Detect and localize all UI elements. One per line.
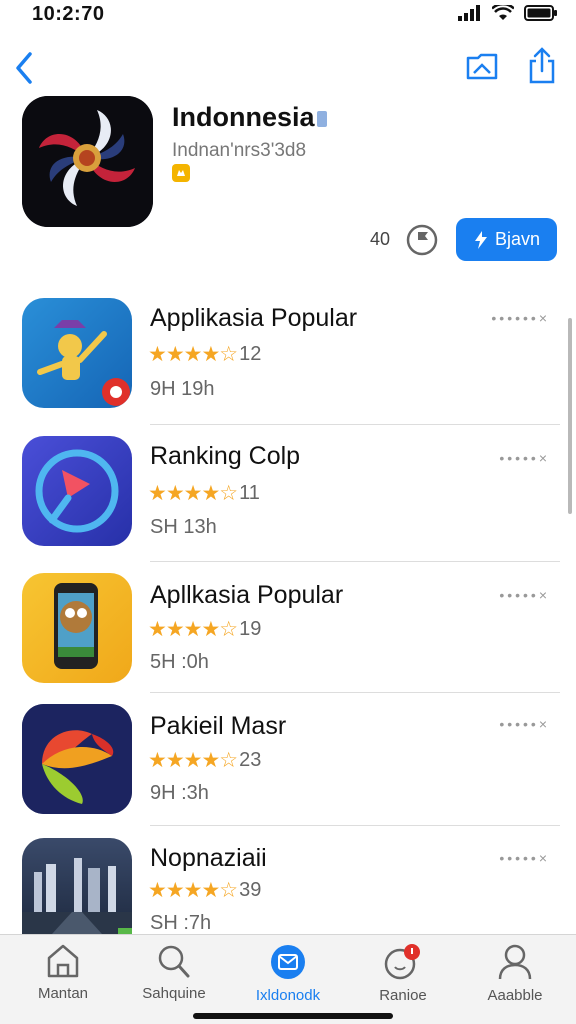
hero-app-icon[interactable] (22, 96, 153, 227)
app-meta: 5H :0h (150, 651, 209, 673)
app-rating: ★★★★☆ 11 (148, 481, 260, 506)
status-time: 10:2:70 (32, 3, 105, 25)
app-title: Applikasia Popular (150, 304, 358, 332)
rating-count: 19 (239, 618, 262, 640)
home-indicator (193, 1013, 393, 1019)
app-title: Apllkasia Popular (150, 581, 344, 609)
status-bar: 10:2:70 (0, 0, 576, 34)
badge-icon (172, 164, 190, 182)
app-icon (22, 298, 132, 408)
list-item[interactable]: Nopnaziaii ★★★★☆ 39 SH :7h •••••× (0, 838, 576, 934)
divider (150, 424, 560, 425)
app-rating: ★★★★☆ 39 (148, 878, 261, 903)
app-title: Nopnaziaii (150, 844, 267, 872)
hero-subtitle: Indnan'nrs3'3d8 (172, 140, 307, 161)
more-icon[interactable]: ••••••× (491, 310, 550, 326)
search-icon (158, 945, 190, 978)
gallery-button[interactable] (462, 46, 502, 86)
title-mark (316, 110, 327, 127)
app-rating: ★★★★☆ 19 (148, 617, 261, 642)
more-icon[interactable]: •••••× (499, 850, 550, 866)
app-rating: ★★★★☆ 23 (148, 748, 261, 773)
tab-label: Aaabble (487, 987, 543, 1004)
rating-count: 12 (239, 343, 262, 365)
list-item[interactable]: Apllkasia Popular ★★★★☆ 19 5H :0h •••••× (0, 573, 576, 683)
more-icon[interactable]: •••••× (499, 587, 550, 603)
share-button[interactable] (522, 46, 562, 86)
hero-title: Indonnesia (172, 102, 327, 133)
more-icon[interactable]: •••••× (499, 450, 550, 466)
star-rating-icon: ★★★★☆ (148, 343, 238, 366)
bell-icon (384, 944, 420, 980)
share-icon (529, 47, 555, 84)
person-icon (498, 944, 532, 980)
tab-label: Mantan (37, 985, 89, 1002)
flag-button[interactable] (406, 224, 438, 256)
star-rating-icon: ★★★★☆ (148, 879, 238, 902)
tab-profile[interactable]: Aaabble (460, 943, 570, 1013)
compass-mail-icon (271, 945, 305, 979)
tab-label: Ixldonodk (255, 987, 321, 1004)
list-item[interactable]: Applikasia Popular ★★★★☆ 12 9H 19h ••••••… (0, 298, 576, 412)
app-title: Ranking Colp (150, 442, 301, 470)
app-meta: SH :7h (150, 912, 212, 934)
star-rating-icon: ★★★★☆ (148, 749, 238, 772)
chevron-left-icon (16, 52, 32, 84)
primary-action-button[interactable]: Bjavn (456, 218, 557, 261)
app-rating: ★★★★☆ 12 (148, 342, 261, 367)
rating-count: 23 (239, 749, 262, 771)
primary-action-label: Bjavn (494, 229, 541, 249)
divider (150, 825, 560, 826)
wifi-icon (492, 5, 514, 20)
tab-search[interactable]: Sahquine (119, 943, 229, 1013)
star-rating-icon: ★★★★☆ (148, 482, 238, 505)
tab-home[interactable]: Mantan (8, 943, 118, 1013)
list-item[interactable]: Ranking Colp ★★★★☆ 11 SH 13h •••••× (0, 436, 576, 550)
bolt-icon (474, 230, 487, 249)
app-meta: 9H 19h (150, 378, 215, 400)
status-icons (458, 5, 558, 21)
app-icon (22, 838, 132, 934)
flag-icon (406, 224, 438, 256)
tab-notifications[interactable]: Ranioe (348, 943, 458, 1013)
app-meta: 9H :3h (150, 782, 209, 804)
app-title: Pakieil Masr (150, 712, 287, 740)
app-icon (22, 704, 132, 814)
tab-label: Sahquine (142, 985, 206, 1002)
app-icon (22, 573, 132, 683)
battery-icon (524, 5, 557, 21)
divider (150, 692, 560, 693)
app-icon (22, 436, 132, 546)
tab-discover[interactable]: Ixldonodk (233, 943, 343, 1013)
scrollbar[interactable] (568, 318, 572, 514)
signal-icon (458, 5, 480, 21)
star-rating-icon: ★★★★☆ (148, 618, 238, 641)
tab-bar: Mantan Sahquine Ixldonodk Ranioe Aaabble (0, 934, 576, 1024)
hero-title-text: Indonnesia (172, 102, 315, 132)
home-icon (47, 944, 79, 978)
more-icon[interactable]: •••••× (499, 716, 550, 732)
list-item[interactable]: Pakieil Masr ★★★★☆ 23 9H :3h •••••× (0, 704, 576, 814)
tab-label: Ranioe (379, 987, 427, 1004)
app-meta: SH 13h (150, 516, 217, 538)
divider (150, 561, 560, 562)
folder-image-icon (466, 53, 498, 80)
hero-count: 40 (370, 229, 391, 249)
back-button[interactable] (6, 48, 42, 88)
rating-count: 11 (239, 482, 260, 504)
rating-count: 39 (239, 879, 262, 901)
pinwheel-logo-icon (22, 96, 153, 227)
